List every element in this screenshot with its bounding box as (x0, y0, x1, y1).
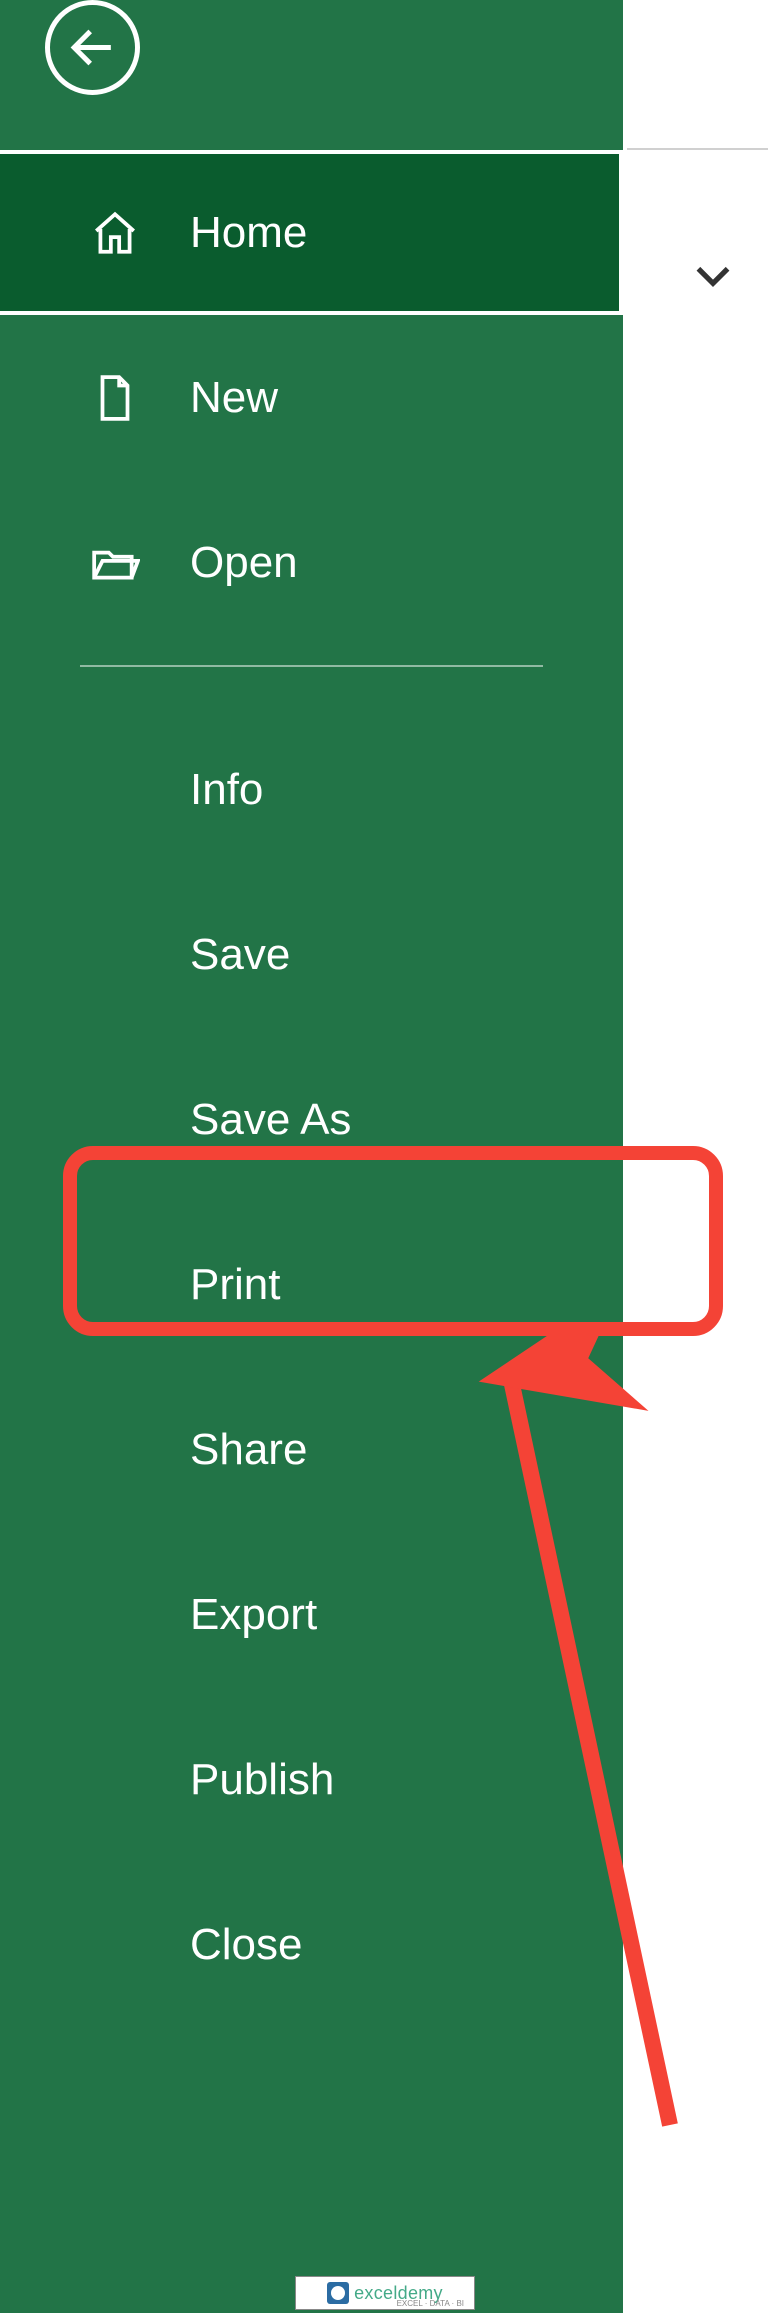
open-folder-icon (80, 538, 150, 588)
menu-item-new[interactable]: New (0, 315, 623, 480)
menu-divider (80, 665, 543, 667)
menu-item-label: Save (190, 930, 290, 980)
menu-item-label: Export (190, 1590, 317, 1640)
menu-item-publish[interactable]: Publish (0, 1697, 623, 1862)
menu-item-info[interactable]: Info (0, 707, 623, 872)
menu-item-label: Open (190, 538, 298, 588)
content-top-border (627, 148, 768, 150)
menu-item-save[interactable]: Save (0, 872, 623, 1037)
menu-item-open[interactable]: Open (0, 480, 623, 645)
backstage-menu: Home New Open Info (0, 150, 623, 2027)
watermark-subtext: EXCEL · DATA · BI (397, 2299, 464, 2308)
menu-item-label: Publish (190, 1755, 334, 1805)
back-arrow-icon (65, 20, 120, 75)
backstage-sidebar: Home New Open Info (0, 0, 623, 2313)
expand-chevron[interactable] (688, 250, 738, 300)
menu-item-label: Share (190, 1425, 307, 1475)
menu-item-label: New (190, 373, 278, 423)
menu-item-label: Close (190, 1920, 303, 1970)
watermark: exceldemy EXCEL · DATA · BI (295, 2276, 475, 2310)
menu-item-label: Home (190, 208, 307, 258)
menu-item-print[interactable]: Print (0, 1202, 623, 1367)
back-button[interactable] (45, 0, 140, 95)
new-file-icon (80, 373, 150, 423)
menu-item-save-as[interactable]: Save As (0, 1037, 623, 1202)
menu-item-share[interactable]: Share (0, 1367, 623, 1532)
menu-item-label: Save As (190, 1095, 351, 1145)
menu-item-label: Info (190, 765, 263, 815)
home-icon (80, 208, 150, 258)
watermark-logo-icon (327, 2282, 349, 2304)
menu-item-export[interactable]: Export (0, 1532, 623, 1697)
chevron-down-icon (688, 250, 738, 300)
menu-item-close[interactable]: Close (0, 1862, 623, 2027)
menu-item-label: Print (190, 1260, 280, 1310)
menu-item-home[interactable]: Home (0, 150, 623, 315)
